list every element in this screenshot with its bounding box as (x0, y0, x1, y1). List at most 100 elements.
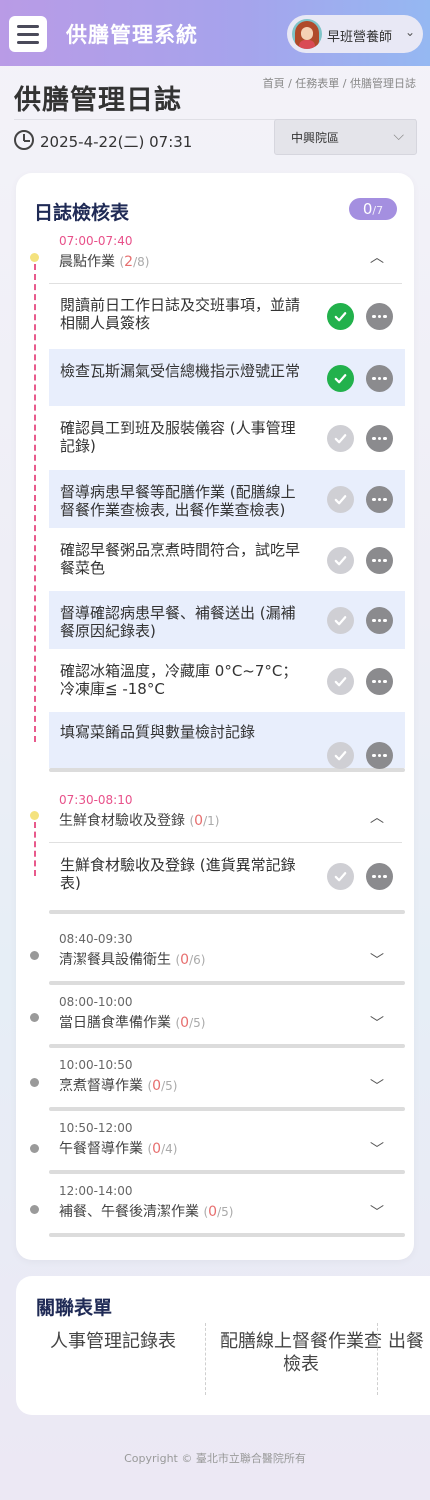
section-title: 生鮮食材驗收及登錄 (0/1) (59, 810, 219, 830)
chevron-down-icon[interactable]: ﹀ (370, 950, 384, 970)
check-circle-icon[interactable] (327, 742, 354, 769)
section-done-count: 0 (180, 952, 190, 968)
related-forms-card: 關聯表單 人事管理記錄表 配膳線上督餐作業查檢表 出餐 (16, 1276, 430, 1415)
more-dots-icon[interactable] (366, 742, 393, 769)
section-dot (30, 253, 39, 262)
breadcrumb-text[interactable]: 首頁 / 任務表單 / 供膳管理日誌 (263, 77, 416, 90)
check-circle-icon[interactable] (327, 863, 354, 890)
task-row: 填寫菜餚品質與數量檢討記錄 (49, 712, 405, 769)
more-dots-icon[interactable] (366, 365, 393, 392)
campus-select[interactable]: 中興院區 ⌵ (274, 119, 417, 155)
campus-value: 中興院區 (291, 131, 340, 145)
task-text: 確認早餐粥品烹煮時間符合，試吃早餐菜色 (60, 541, 301, 577)
chevron-down-icon: ⌄ (405, 25, 416, 39)
chevron-down-icon[interactable]: ﹀ (370, 1139, 384, 1159)
section-done-count: 0 (180, 1015, 190, 1031)
task-text: 檢查瓦斯漏氣受信總機指示燈號正常 (60, 362, 301, 380)
check-circle-icon[interactable] (327, 425, 354, 452)
section-name: 當日膳食準備作業 (59, 1015, 171, 1031)
section-total-count: /5 (189, 1016, 201, 1030)
chevron-down-icon: ⌵ (393, 128, 404, 144)
section-done-count: 0 (152, 1078, 162, 1094)
task-row: 確認員工到班及服裝儀容 (人事管理記錄) (49, 406, 405, 470)
top-bar: 供膳管理系統 早班營養師 ⌄ (0, 0, 430, 66)
check-circle-icon[interactable] (327, 365, 354, 392)
task-row: 督導確認病患早餐、補餐送出 (漏補餐原因紀錄表) (49, 591, 405, 649)
section-count: (0/1) (189, 813, 220, 829)
section-dot (30, 1013, 39, 1022)
section-dot (30, 1205, 39, 1214)
chevron-up-icon[interactable]: ︿ (370, 247, 384, 267)
more-dots-icon[interactable] (366, 668, 393, 695)
check-circle-icon[interactable] (327, 303, 354, 330)
copyright: Copyright © 臺北市立聯合醫院所有 (124, 1452, 306, 1465)
user-menu[interactable]: 早班營養師 ⌄ (287, 15, 423, 53)
related-form-link[interactable]: 配膳線上督餐作業查檢表 (216, 1330, 386, 1376)
task-text: 生鮮食材驗收及登錄 (進貨異常記錄表) (60, 856, 296, 892)
current-datetime: 2025-4-22(二) 07:31 (40, 133, 193, 151)
check-circle-icon[interactable] (327, 547, 354, 574)
section-dot (30, 951, 39, 960)
section-name: 午餐督導作業 (59, 1141, 143, 1157)
section-total-count: /6 (189, 953, 201, 967)
menu-button[interactable] (9, 16, 47, 52)
section-total-count: /5 (161, 1079, 173, 1093)
task-row: 確認冰箱溫度，冷藏庫 0°C~7°C；冷凍庫≦ -18°C (49, 649, 405, 712)
section-done-count: 0 (194, 813, 204, 829)
chevron-down-icon[interactable]: ﹀ (370, 1076, 384, 1096)
app-title: 供膳管理系統 (66, 23, 198, 47)
related-form-link[interactable]: 出餐 (388, 1330, 430, 1353)
section-dot (30, 1078, 39, 1087)
section-bottom-bar (49, 1107, 405, 1111)
section-time: 07:00-07:40 (59, 234, 133, 248)
section-count: (0/5) (175, 1015, 206, 1031)
check-circle-icon[interactable] (327, 607, 354, 634)
task-text: 確認員工到班及服裝儀容 (人事管理記錄) (60, 419, 296, 455)
check-circle-icon[interactable] (327, 668, 354, 695)
section-count: (0/6) (175, 952, 206, 968)
section-total-count: /8 (133, 255, 145, 269)
more-dots-icon[interactable] (366, 303, 393, 330)
section-name: 清潔餐具設備衛生 (59, 952, 171, 968)
section-bottom-bar (49, 768, 405, 772)
chevron-down-icon[interactable]: ﹀ (370, 1013, 384, 1033)
clock-icon (14, 130, 34, 150)
section-time: 10:50-12:00 (59, 1121, 133, 1135)
checklist-card: 日誌檢核表 0/7 07:00-07:40 晨點作業 (2/8) ︿ 閱讀前日工作日… (16, 173, 414, 1260)
related-form-link[interactable]: 人事管理記錄表 (38, 1330, 188, 1353)
section-name: 補餐、午餐後清潔作業 (59, 1204, 199, 1220)
section-done-count: 0 (208, 1204, 218, 1220)
section-name: 烹煮督導作業 (59, 1078, 143, 1094)
more-dots-icon[interactable] (366, 607, 393, 634)
section-count: (0/4) (147, 1141, 178, 1157)
more-dots-icon[interactable] (366, 863, 393, 890)
more-dots-icon[interactable] (366, 425, 393, 452)
section-time: 07:30-08:10 (59, 793, 133, 807)
related-forms-title: 關聯表單 (36, 1297, 113, 1319)
section-title: 補餐、午餐後清潔作業 (0/5) (59, 1201, 233, 1221)
progress-badge: 0/7 (349, 198, 397, 220)
chevron-down-icon[interactable]: ﹀ (370, 1202, 384, 1222)
section-bottom-bar (49, 910, 405, 914)
breadcrumb: 首頁 / 任務表單 / 供膳管理日誌 (263, 75, 416, 91)
section-time: 08:40-09:30 (59, 932, 133, 946)
more-dots-icon[interactable] (366, 547, 393, 574)
section-title: 當日膳食準備作業 (0/5) (59, 1012, 205, 1032)
task-row: 督導病患早餐等配膳作業 (配膳線上督餐作業查檢表, 出餐作業查檢表) (49, 470, 405, 528)
section-bottom-bar (49, 1233, 405, 1237)
section-title: 烹煮督導作業 (0/5) (59, 1075, 177, 1095)
task-text: 確認冰箱溫度，冷藏庫 0°C~7°C；冷凍庫≦ -18°C (60, 662, 298, 698)
section-bottom-bar (49, 981, 405, 985)
user-name: 早班營養師 (327, 30, 393, 45)
task-text: 閱讀前日工作日誌及交班事項，並請相關人員簽核 (60, 296, 301, 332)
more-dots-icon[interactable] (366, 486, 393, 513)
task-row: 檢查瓦斯漏氣受信總機指示燈號正常 (49, 349, 405, 406)
checklist-title: 日誌檢核表 (34, 202, 130, 224)
check-circle-icon[interactable] (327, 486, 354, 513)
task-row: 生鮮食材驗收及登錄 (進貨異常記錄表) (49, 843, 405, 909)
menu-icon (17, 24, 39, 28)
section-count: (2/8) (119, 254, 150, 270)
chevron-up-icon[interactable]: ︿ (370, 807, 384, 827)
task-text: 督導確認病患早餐、補餐送出 (漏補餐原因紀錄表) (60, 604, 296, 640)
menu-icon-bar (17, 40, 39, 44)
